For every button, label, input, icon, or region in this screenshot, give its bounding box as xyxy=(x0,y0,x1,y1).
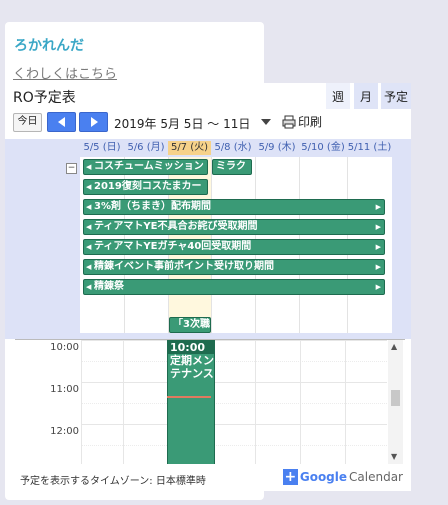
event-title: 定期メンテナンス xyxy=(170,354,214,380)
day-header[interactable]: 5/9 (木) xyxy=(255,141,299,155)
chevron-left-icon xyxy=(57,117,65,127)
hour-line xyxy=(81,340,387,341)
arrow-left-icon: ◀ xyxy=(86,263,92,271)
now-line xyxy=(167,396,211,398)
event-bar[interactable]: 「3次職 xyxy=(169,317,211,333)
half-hour-line xyxy=(81,445,387,446)
event-bar[interactable]: ◀ 精錬イベント事前ポイント受け取り期間 ▶ xyxy=(83,259,385,275)
time-label: 12:00 xyxy=(50,426,79,437)
tab-week-label: 週 xyxy=(331,90,344,104)
day-header-today[interactable]: 5/7 (火) xyxy=(168,141,211,155)
event-bar[interactable]: ◀ ティアマトYEガチャ40回受取期間 ▶ xyxy=(83,239,385,255)
grid-line xyxy=(255,340,256,464)
time-label: 10:00 xyxy=(50,342,79,353)
scrollbar[interactable]: ▲ ▼ xyxy=(388,340,403,464)
toolbar: 今日 2019年 5月 5日 ～ 11日 印刷 xyxy=(5,109,411,137)
calendar-title: RO予定表 xyxy=(13,90,76,106)
arrow-left-icon: ◀ xyxy=(86,163,92,171)
hour-line xyxy=(81,382,387,383)
arrow-left-icon: ◀ xyxy=(86,243,92,251)
event-bar[interactable]: ◀ コスチュームミッション xyxy=(83,159,208,175)
date-range: 2019年 5月 5日 ～ 11日 xyxy=(114,117,251,131)
event-title: 精錬イベント事前ポイント受け取り期間 xyxy=(94,261,274,272)
event-bar[interactable]: ◀ 精錬祭 ▶ xyxy=(83,279,385,295)
arrow-right-icon: ▶ xyxy=(375,223,381,231)
tab-month[interactable]: 月 xyxy=(354,83,378,109)
arrow-right-icon: ▶ xyxy=(375,203,381,211)
day-header[interactable]: 5/10 (金) xyxy=(299,141,347,155)
calendar-text: Calendar xyxy=(349,469,403,484)
hour-line xyxy=(81,424,387,425)
time-grid: 10:00 11:00 12:00 10:00 定期メンテナンス ▲ ▼ xyxy=(15,339,405,464)
half-hour-line xyxy=(81,361,387,362)
event-title: 2019復刻コスたまカー xyxy=(94,181,202,192)
event-title: ミラク xyxy=(216,161,246,172)
grid-line xyxy=(300,340,301,464)
timed-event[interactable]: 10:00 定期メンテナンス xyxy=(167,340,215,464)
grid-line xyxy=(81,340,82,464)
event-bar[interactable]: ◀ 3%剤（ちまき）配布期間 ▶ xyxy=(83,199,385,215)
prev-week-button[interactable] xyxy=(47,112,76,132)
week-grid: 5/5 (日) 5/6 (月) 5/7 (火) 5/8 (水) 5/9 (木) … xyxy=(5,139,411,339)
day-header[interactable]: 5/8 (水) xyxy=(211,141,255,155)
allday-area: ◀ コスチュームミッション ミラク ◀ 2019復刻コスたまカー ◀ 3%剤（ちまき）… xyxy=(80,157,392,333)
half-hour-line xyxy=(81,403,387,404)
google-calendar-button[interactable]: + Google Calendar xyxy=(283,468,403,485)
day-header[interactable]: 5/5 (日) xyxy=(80,141,124,155)
tab-agenda-label: 予定 xyxy=(383,90,408,104)
event-bar[interactable]: ミラク xyxy=(212,159,252,175)
scroll-down-icon[interactable]: ▼ xyxy=(391,452,397,461)
chevron-right-icon xyxy=(90,117,98,127)
details-link[interactable]: くわしくはこちら xyxy=(13,63,117,82)
event-bar[interactable]: ◀ 2019復刻コスたまカー xyxy=(83,179,208,195)
arrow-right-icon: ▶ xyxy=(375,263,381,271)
grid-line xyxy=(123,340,124,464)
event-title: 「3次職 xyxy=(173,319,210,330)
arrow-right-icon: ▶ xyxy=(375,243,381,251)
google-logo: Google xyxy=(300,470,347,484)
arrow-left-icon: ◀ xyxy=(86,203,92,211)
arrow-left-icon: ◀ xyxy=(86,283,92,291)
event-title: 精錬祭 xyxy=(94,281,124,292)
arrow-left-icon: ◀ xyxy=(86,223,92,231)
scroll-thumb[interactable] xyxy=(391,390,400,406)
print-label: 印刷 xyxy=(298,115,323,129)
tab-agenda[interactable]: 予定 xyxy=(381,83,411,109)
printer-icon xyxy=(282,115,296,128)
tab-week[interactable]: 週 xyxy=(326,83,350,109)
google-text: Google xyxy=(299,469,348,484)
event-title: ティアマトYEガチャ40回受取期間 xyxy=(94,241,252,252)
timezone-text: 予定を表示するタイムゾーン: 日本標準時 xyxy=(20,476,206,487)
next-week-button[interactable] xyxy=(79,112,108,132)
event-title: 3%剤（ちまき）配布期間 xyxy=(94,201,211,212)
arrow-left-icon: ◀ xyxy=(86,183,92,191)
plus-icon: + xyxy=(283,468,298,485)
day-header[interactable]: 5/6 (月) xyxy=(124,141,168,155)
chevron-down-icon[interactable] xyxy=(261,119,271,125)
site-title: ろかれんだ xyxy=(14,38,84,54)
event-bar[interactable]: ◀ ティアマトYE不具合お詫び受取期間 ▶ xyxy=(83,219,385,235)
collapse-toggle[interactable]: − xyxy=(66,163,77,174)
day-header[interactable]: 5/11 (土) xyxy=(347,141,392,155)
event-title: ティアマトYE不具合お詫び受取期間 xyxy=(94,221,258,232)
grid-line xyxy=(345,340,346,464)
event-title: コスチュームミッション xyxy=(94,161,204,172)
time-label: 11:00 xyxy=(50,384,79,395)
print-button[interactable]: 印刷 xyxy=(282,113,322,130)
today-button[interactable]: 今日 xyxy=(13,113,42,132)
arrow-right-icon: ▶ xyxy=(375,283,381,291)
scroll-up-icon[interactable]: ▲ xyxy=(391,342,397,351)
event-time: 10:00 xyxy=(168,341,214,354)
tab-month-label: 月 xyxy=(359,90,372,104)
